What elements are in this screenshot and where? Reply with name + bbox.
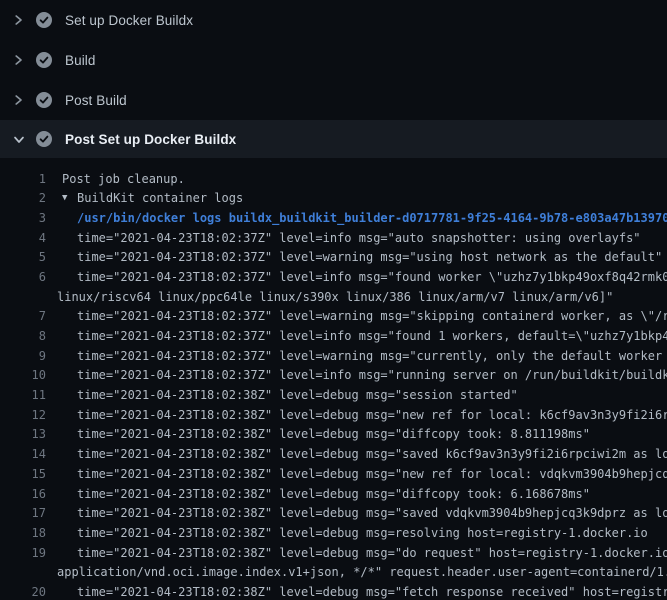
log-line: application/vnd.oci.image.index.v1+json,…: [0, 563, 667, 583]
step-row[interactable]: Set up Docker Buildx: [0, 0, 667, 40]
collapse-triangle-icon[interactable]: ▼: [62, 189, 72, 209]
step-title: Post Build: [65, 93, 127, 108]
line-number[interactable]: 13: [0, 425, 46, 445]
log-line: 11 time="2021-04-23T18:02:38Z" level=deb…: [0, 386, 667, 406]
log-line: 17 time="2021-04-23T18:02:38Z" level=deb…: [0, 504, 667, 524]
log-line: 18 time="2021-04-23T18:02:38Z" level=deb…: [0, 524, 667, 544]
log-text: time="2021-04-23T18:02:37Z" level=warnin…: [77, 248, 662, 268]
log-line: 14 time="2021-04-23T18:02:38Z" level=deb…: [0, 445, 667, 465]
log-text: time="2021-04-23T18:02:37Z" level=info m…: [77, 327, 667, 347]
log-text: application/vnd.oci.image.index.v1+json,…: [57, 563, 667, 583]
step-title: Set up Docker Buildx: [65, 13, 193, 28]
log-text: time="2021-04-23T18:02:38Z" level=debug …: [77, 425, 590, 445]
step-row[interactable]: Build: [0, 40, 667, 80]
log-text: time="2021-04-23T18:02:38Z" level=debug …: [77, 583, 667, 600]
log-line: 3 /usr/bin/docker logs buildx_buildkit_b…: [0, 209, 667, 229]
chevron-right-icon: [13, 94, 26, 106]
log-line: 5 time="2021-04-23T18:02:37Z" level=warn…: [0, 248, 667, 268]
line-number[interactable]: 17: [0, 504, 46, 524]
line-number[interactable]: 14: [0, 445, 46, 465]
log-line: 13 time="2021-04-23T18:02:38Z" level=deb…: [0, 425, 667, 445]
log-text: time="2021-04-23T18:02:38Z" level=debug …: [77, 386, 518, 406]
log-line: 10 time="2021-04-23T18:02:37Z" level=inf…: [0, 366, 667, 386]
line-number[interactable]: 7: [0, 307, 46, 327]
line-number[interactable]: 19: [0, 544, 46, 564]
line-number[interactable]: 5: [0, 248, 46, 268]
line-number[interactable]: 3: [0, 209, 46, 229]
log-text: time="2021-04-23T18:02:38Z" level=debug …: [77, 544, 667, 564]
step-title: Build: [65, 53, 96, 68]
log-text: time="2021-04-23T18:02:37Z" level=info m…: [77, 229, 641, 249]
check-circle-icon: [36, 92, 52, 108]
log-text: time="2021-04-23T18:02:38Z" level=debug …: [77, 524, 648, 544]
chevron-right-icon: [13, 54, 26, 66]
step-row[interactable]: Post Set up Docker Buildx: [0, 120, 667, 158]
log-text: time="2021-04-23T18:02:37Z" level=warnin…: [77, 347, 667, 367]
line-number[interactable]: 6: [0, 268, 46, 288]
line-number[interactable]: 1: [0, 170, 46, 190]
line-number[interactable]: 12: [0, 406, 46, 426]
log-line: 8 time="2021-04-23T18:02:37Z" level=info…: [0, 327, 667, 347]
log-text: time="2021-04-23T18:02:37Z" level=info m…: [77, 268, 667, 288]
log-text: time="2021-04-23T18:02:37Z" level=info m…: [77, 366, 667, 386]
steps-list: Set up Docker Buildx Build Post Build: [0, 0, 667, 158]
line-number[interactable]: [0, 563, 46, 583]
line-number[interactable]: 20: [0, 583, 46, 600]
log-line[interactable]: 2 ▼ BuildKit container logs: [0, 189, 667, 209]
log-text: time="2021-04-23T18:02:38Z" level=debug …: [77, 485, 590, 505]
log-line: 20 time="2021-04-23T18:02:38Z" level=deb…: [0, 583, 667, 600]
line-number[interactable]: 10: [0, 366, 46, 386]
log-line: 15 time="2021-04-23T18:02:38Z" level=deb…: [0, 465, 667, 485]
log-line: 4 time="2021-04-23T18:02:37Z" level=info…: [0, 229, 667, 249]
log-line: 6 time="2021-04-23T18:02:37Z" level=info…: [0, 268, 667, 288]
line-number[interactable]: 18: [0, 524, 46, 544]
log-text: time="2021-04-23T18:02:38Z" level=debug …: [77, 504, 667, 524]
log-text: time="2021-04-23T18:02:38Z" level=debug …: [77, 445, 667, 465]
log-line: linux/riscv64 linux/ppc64le linux/s390x …: [0, 288, 667, 308]
chevron-right-icon: [13, 14, 26, 26]
line-number[interactable]: 11: [0, 386, 46, 406]
check-circle-icon: [36, 12, 52, 28]
step-row[interactable]: Post Build: [0, 80, 667, 120]
log-line: 7 time="2021-04-23T18:02:37Z" level=warn…: [0, 307, 667, 327]
check-circle-icon: [36, 52, 52, 68]
line-number[interactable]: 15: [0, 465, 46, 485]
log-area: 1 Post job cleanup. 2 ▼ BuildKit contain…: [0, 158, 667, 600]
line-number[interactable]: 4: [0, 229, 46, 249]
log-text: time="2021-04-23T18:02:38Z" level=debug …: [77, 406, 667, 426]
log-text: time="2021-04-23T18:02:38Z" level=debug …: [77, 465, 667, 485]
log-line: 16 time="2021-04-23T18:02:38Z" level=deb…: [0, 485, 667, 505]
line-number[interactable]: 16: [0, 485, 46, 505]
log-text: BuildKit container logs: [77, 189, 243, 209]
line-number[interactable]: [0, 288, 46, 308]
log-text: /usr/bin/docker logs buildx_buildkit_bui…: [77, 209, 667, 229]
log-line: 12 time="2021-04-23T18:02:38Z" level=deb…: [0, 406, 667, 426]
log-text: time="2021-04-23T18:02:37Z" level=warnin…: [77, 307, 667, 327]
line-number[interactable]: 9: [0, 347, 46, 367]
check-circle-icon: [36, 131, 52, 147]
step-title: Post Set up Docker Buildx: [65, 132, 236, 147]
log-line: 19 time="2021-04-23T18:02:38Z" level=deb…: [0, 544, 667, 564]
log-text: linux/riscv64 linux/ppc64le linux/s390x …: [57, 288, 613, 308]
log-line: 9 time="2021-04-23T18:02:37Z" level=warn…: [0, 347, 667, 367]
log-line: 1 Post job cleanup.: [0, 170, 667, 190]
log-text: Post job cleanup.: [62, 170, 185, 190]
chevron-down-icon: [13, 134, 26, 145]
workflow-log-viewer: Set up Docker Buildx Build Post Build: [0, 0, 667, 600]
line-number[interactable]: 8: [0, 327, 46, 347]
line-number[interactable]: 2: [0, 189, 46, 209]
